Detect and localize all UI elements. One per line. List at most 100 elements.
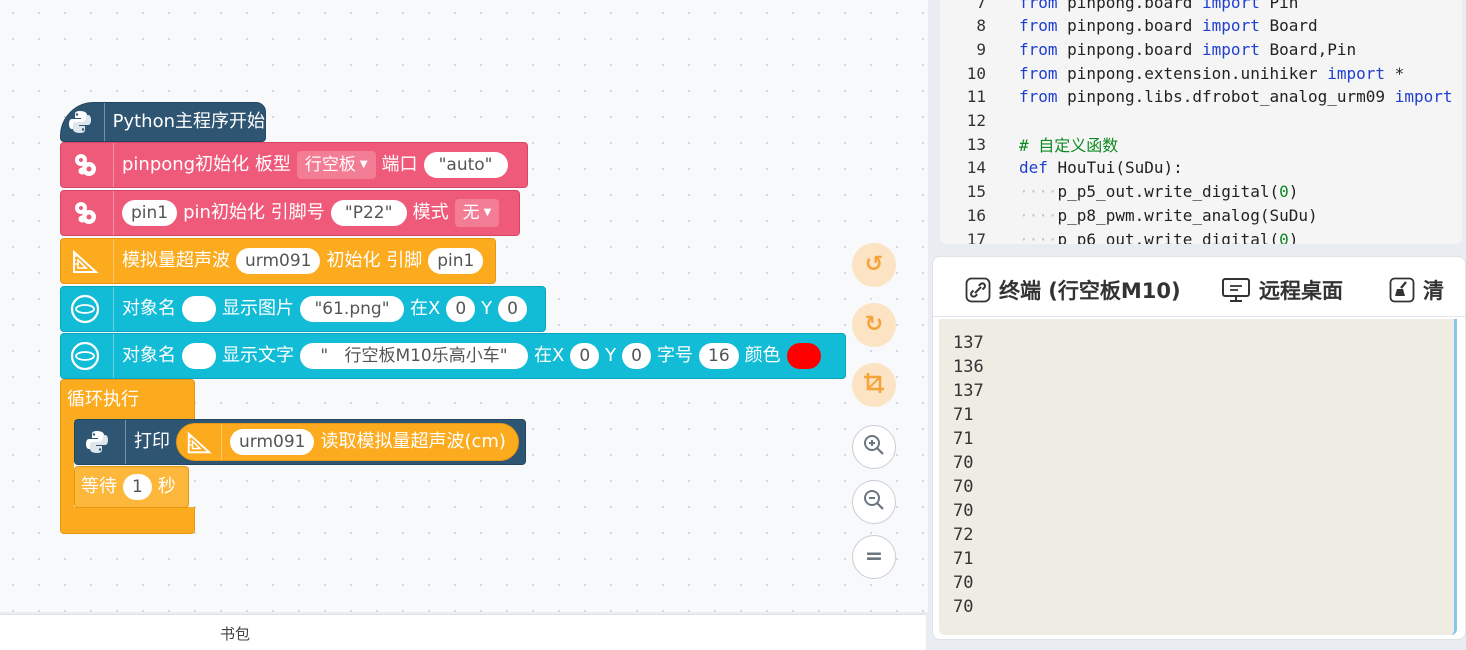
code-line[interactable]: 17 ····p_p6_out.write_digital(0)	[940, 227, 1299, 245]
python-main-block[interactable]: Python主程序开始	[60, 102, 266, 142]
color-label: 颜色	[744, 345, 781, 366]
ultrasonic-init-label: 模拟量超声波	[122, 250, 230, 271]
y-label: Y	[481, 298, 493, 319]
block-workspace[interactable]: Python主程序开始 pinpong初始化 板型 行空板 ▼ 端口 "auto"…	[0, 0, 928, 612]
zoom-out-button[interactable]	[852, 480, 896, 524]
code-text: # 自定义函数	[1019, 136, 1119, 156]
code-line[interactable]: 14 def HouTui(SuDu):	[940, 156, 1183, 180]
x-label: 在X	[410, 298, 441, 319]
mode-dropdown[interactable]: 无 ▼	[454, 199, 500, 227]
terminal-panel: 终端 (行空板M10) 远程桌面 清 137 136 137 71 71 70 70 70 72…	[932, 256, 1466, 640]
terminal-line: 70	[953, 597, 974, 617]
image-file-input[interactable]: "61.png"	[300, 296, 404, 322]
redo-button[interactable]: ↻	[852, 303, 896, 347]
code-line[interactable]: 8 from pinpong.board import Board	[940, 14, 1317, 38]
code-line[interactable]: 10 from pinpong.extension.unihiker import…	[940, 61, 1405, 85]
read-ultrasonic-reporter[interactable]: urm091 读取模拟量超声波(cm)	[176, 423, 519, 461]
line-number: 17	[966, 229, 986, 245]
object-name-input[interactable]	[182, 343, 216, 369]
y-input[interactable]: 0	[622, 343, 651, 369]
pin-variable[interactable]: pin1	[122, 200, 178, 226]
code-text: from pinpong.board import Board,Pin	[1019, 39, 1357, 59]
terminal-line: 137	[953, 333, 984, 353]
pin-variable[interactable]: pin1	[428, 248, 484, 274]
wait-block[interactable]: 等待 1 秒	[74, 466, 189, 508]
y-label: Y	[605, 345, 617, 366]
code-text: from pinpong.libs.dfrobot_analog_urm09 i…	[1019, 87, 1453, 107]
pinpong-init-block[interactable]: pinpong初始化 板型 行空板 ▼ 端口 "auto"	[60, 142, 528, 188]
clear-label: 清	[1423, 279, 1444, 303]
tab-remote-desktop-label: 远程桌面	[1259, 279, 1343, 303]
show-text-block[interactable]: 对象名 显示文字 " 行空板M10乐高小车" 在X 0 Y 0 字号 16 颜色	[60, 333, 846, 379]
x-input[interactable]: 0	[446, 296, 476, 322]
code-line[interactable]: 9 from pinpong.board import Board,Pin	[940, 37, 1356, 61]
code-text: ····p_p6_out.write_digital(0)	[1019, 229, 1299, 245]
pin-number-input[interactable]: "P22"	[330, 200, 407, 226]
terminal-line: 70	[953, 573, 974, 593]
code-line[interactable]: 15 ····p_p5_out.write_digital(0)	[940, 180, 1299, 204]
line-number: 15	[966, 182, 986, 202]
code-line[interactable]: 13 # 自定义函数	[940, 132, 1119, 156]
separator	[113, 191, 114, 235]
tab-terminal[interactable]: 终端 (行空板M10)	[965, 275, 1181, 305]
separator	[103, 103, 105, 141]
undo-button[interactable]: ↺	[852, 243, 896, 287]
zoom-out-icon	[862, 488, 886, 517]
clear-button[interactable]: 清	[1389, 275, 1444, 305]
sensor-name-variable[interactable]: urm091	[236, 248, 321, 274]
line-number: 16	[966, 205, 986, 225]
board-type-dropdown[interactable]: 行空板 ▼	[296, 151, 376, 179]
tab-remote-desktop[interactable]: 远程桌面	[1221, 275, 1343, 305]
crop-button[interactable]	[852, 363, 896, 407]
broom-icon	[1389, 277, 1415, 303]
port-label: 端口	[381, 154, 418, 175]
loop-block[interactable]: 循环执行	[60, 379, 195, 421]
terminal-line: 71	[953, 549, 974, 569]
show-text-label: 显示文字	[222, 345, 294, 366]
pin-init-block[interactable]: pin1 pin初始化 引脚号 "P22" 模式 无 ▼	[60, 190, 520, 236]
x-label: 在X	[534, 345, 565, 366]
line-number: 7	[976, 0, 986, 12]
object-name-input[interactable]	[182, 296, 216, 322]
zoom-in-button[interactable]	[852, 425, 896, 469]
font-size-input[interactable]: 16	[699, 343, 739, 369]
code-editor[interactable]: 7 from pinpong.board import Pin 8 from pinp…	[940, 0, 1462, 244]
code-text: from pinpong.extension.unihiker import *	[1019, 63, 1405, 83]
terminal-line: 137	[953, 381, 984, 401]
terminal-line: 136	[953, 357, 984, 377]
python-icon	[77, 420, 117, 464]
x-input[interactable]: 0	[570, 343, 600, 369]
object-name-label: 对象名	[122, 345, 176, 366]
code-line[interactable]: 11 from pinpong.libs.dfrobot_analog_urm09…	[940, 85, 1453, 109]
dragon-icon	[65, 191, 105, 235]
ultrasonic-init-block[interactable]: 模拟量超声波 urm091 初始化 引脚 pin1	[60, 238, 496, 284]
dragon-icon	[65, 143, 105, 187]
text-content-input[interactable]: " 行空板M10乐高小车"	[300, 343, 528, 369]
code-line[interactable]: 7 from pinpong.board import Pin	[940, 0, 1298, 14]
terminal-tab-bar: 终端 (行空板M10) 远程桌面 清	[933, 257, 1465, 317]
reset-zoom-button[interactable]: =	[852, 535, 896, 579]
crop-icon	[863, 372, 885, 399]
sensor-name-variable[interactable]: urm091	[230, 429, 315, 455]
terminal-line: 70	[953, 501, 974, 521]
pin-init-label: pin初始化 引脚号	[183, 202, 325, 223]
screen-object-icon	[65, 287, 105, 331]
print-block[interactable]: 打印 urm091 读取模拟量超声波(cm)	[74, 419, 526, 465]
y-input[interactable]: 0	[498, 296, 527, 322]
backpack-bar[interactable]: 书包	[0, 614, 926, 650]
code-text: ····p_p5_out.write_digital(0)	[1019, 182, 1299, 202]
loop-arm	[60, 420, 74, 508]
terminal-line: 71	[953, 405, 974, 425]
wait-seconds-input[interactable]: 1	[123, 474, 152, 500]
font-size-label: 字号	[657, 345, 693, 366]
port-input[interactable]: "auto"	[423, 152, 508, 178]
init-pin-label: 初始化 引脚	[326, 250, 423, 271]
code-line[interactable]: 16 ····p_p8_pwm.write_analog(SuDu)	[940, 203, 1318, 227]
show-image-block[interactable]: 对象名 显示图片 "61.png" 在X 0 Y 0	[60, 286, 546, 332]
separator	[125, 420, 126, 464]
terminal-line: 70	[953, 477, 974, 497]
code-line[interactable]: 12	[940, 109, 986, 133]
terminal-output[interactable]: 137 136 137 71 71 70 70 70 72 71 70 70	[939, 319, 1457, 635]
line-number: 13	[966, 134, 986, 154]
color-picker[interactable]	[786, 343, 821, 369]
